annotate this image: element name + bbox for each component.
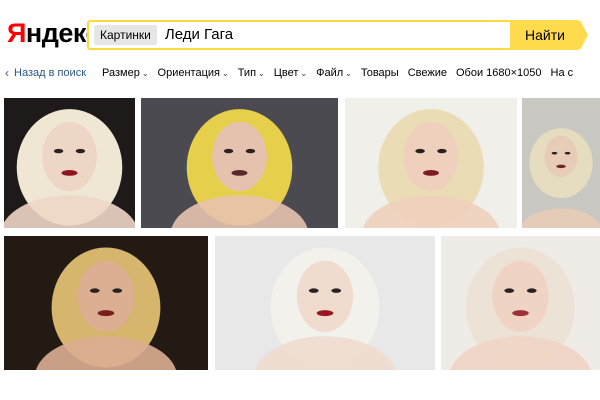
back-to-search-label: Назад в поиск [14,67,87,79]
filter-wallpaper[interactable]: Обои 1680×1050 [456,67,542,79]
filter-size[interactable]: Размер ⌄ [102,67,149,79]
back-to-search-link[interactable]: ‹ Назад в поиск [5,66,86,80]
filter-more[interactable]: На с [551,67,574,79]
filter-label: На с [550,67,574,79]
chevron-down-icon: ⌄ [345,68,352,78]
result-image-5[interactable] [4,236,208,370]
filter-label: Размер [102,67,140,79]
result-image-7[interactable] [441,236,600,370]
filter-file[interactable]: Файл ⌄ [316,67,352,79]
filter-fresh[interactable]: Свежие [408,67,447,79]
search-bar: Картинки Леди Гага Найти [87,20,588,50]
filter-goods[interactable]: Товары [361,67,399,79]
result-image-6[interactable] [215,236,435,370]
filter-bar: ‹ Назад в поиск Размер ⌄ Ориентация ⌄ Тип ⌄… [0,62,600,84]
logo-letter: Я [7,18,26,48]
filter-label: Товары [360,67,399,79]
chevron-down-icon: ⌄ [258,68,265,78]
search-section-chip[interactable]: Картинки [94,25,157,45]
search-submit-button[interactable]: Найти [510,20,588,50]
filter-label: Свежие [407,67,447,79]
chevron-down-icon: ⌄ [141,68,149,78]
search-input[interactable]: Леди Гага [165,22,552,48]
result-image-4[interactable] [522,98,600,228]
filter-label: Ориентация [157,67,220,79]
filter-label: Файл [316,67,344,79]
filter-label: Тип [237,67,257,79]
filter-color[interactable]: Цвет ⌄ [274,67,307,79]
filter-type[interactable]: Тип ⌄ [238,67,265,79]
filter-orientation[interactable]: Ориентация ⌄ [158,67,229,79]
result-image-1[interactable] [4,98,135,228]
result-image-3[interactable] [345,98,517,228]
header: Яндекс Картинки Леди Гага Найти [0,0,600,60]
chevron-left-icon: ‹ [5,66,9,80]
chevron-down-icon: ⌄ [300,68,308,78]
result-image-2[interactable] [141,98,338,228]
filter-label: Обои 1680×1050 [455,67,542,79]
filter-label: Цвет [273,67,299,79]
chevron-down-icon: ⌄ [221,68,229,78]
